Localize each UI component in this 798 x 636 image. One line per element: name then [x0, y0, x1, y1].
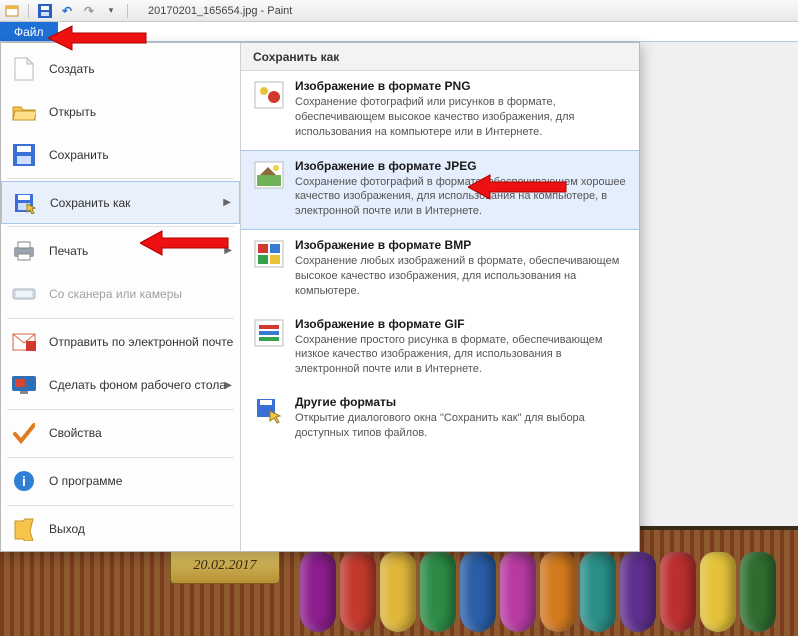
menu-label: Создать [49, 62, 95, 76]
menu-save-as[interactable]: Сохранить как ▶ [1, 181, 240, 224]
qat-dropdown-icon[interactable]: ▾ [103, 3, 119, 19]
menu-create[interactable]: Создать [1, 47, 240, 90]
menu-label: Отправить по электронной почте [49, 335, 233, 349]
printer-icon [11, 238, 37, 264]
menu-label: Открыть [49, 105, 96, 119]
menu-label: Сохранить как [50, 196, 130, 210]
scanner-icon [11, 281, 37, 307]
format-title: Изображение в формате PNG [295, 79, 627, 93]
new-file-icon [11, 56, 37, 82]
chevron-right-icon: ▶ [224, 380, 232, 391]
format-desc: Сохранение фотографий или рисунков в фор… [295, 95, 627, 140]
format-title: Изображение в формате GIF [295, 317, 627, 331]
menu-separator [7, 457, 234, 458]
menu-label: Свойства [49, 426, 102, 440]
menu-email[interactable]: Отправить по электронной почте [1, 321, 240, 364]
ribbon-tabs: Файл [0, 22, 798, 42]
menu-open[interactable]: Открыть [1, 90, 240, 133]
menu-separator [7, 409, 234, 410]
gif-icon [253, 317, 285, 349]
format-title: Изображение в формате BMP [295, 238, 627, 252]
jpeg-icon [253, 159, 285, 191]
save-as-submenu: Сохранить как Изображение в формате PNG … [241, 43, 639, 551]
menu-separator [7, 178, 234, 179]
save-as-icon [12, 190, 38, 216]
bmp-icon [253, 238, 285, 270]
format-title: Изображение в формате JPEG [295, 159, 627, 173]
menu-exit[interactable]: Выход [1, 508, 240, 551]
chevron-right-icon: ▶ [223, 197, 231, 208]
undo-icon[interactable]: ↶ [59, 3, 75, 19]
save-icon[interactable] [37, 3, 53, 19]
menu-about[interactable]: i О программе [1, 460, 240, 503]
email-icon [11, 329, 37, 355]
menu-label: Печать [49, 244, 88, 258]
desktop-icon [11, 372, 37, 398]
file-menu-list: Создать Открыть Сохранить Сохранить как … [1, 43, 241, 551]
menu-wallpaper[interactable]: Сделать фоном рабочего стола ▶ [1, 364, 240, 407]
format-bmp[interactable]: Изображение в формате BMP Сохранение люб… [241, 230, 639, 309]
titlebar: ↶ ↷ ▾ 20170201_165654.jpg - Paint [0, 0, 798, 22]
file-tab[interactable]: Файл [0, 22, 58, 41]
other-formats-icon [253, 395, 285, 427]
open-folder-icon [11, 99, 37, 125]
format-desc: Сохранение фотографий в формате, обеспеч… [295, 175, 627, 220]
info-icon: i [11, 468, 37, 494]
plaque-label: 20.02.2017 [170, 548, 280, 584]
menu-separator [7, 505, 234, 506]
format-desc: Сохранение любых изображений в формате, … [295, 254, 627, 299]
menu-save[interactable]: Сохранить [1, 133, 240, 176]
save-disk-icon [11, 142, 37, 168]
format-jpeg[interactable]: Изображение в формате JPEG Сохранение фо… [241, 150, 639, 231]
submenu-header: Сохранить как [241, 43, 639, 71]
format-desc: Сохранение простого рисунка в формате, о… [295, 333, 627, 378]
window-title: 20170201_165654.jpg - Paint [148, 5, 292, 17]
exit-icon [11, 516, 37, 542]
menu-label: О программе [49, 474, 122, 488]
menu-label: Выход [49, 522, 85, 536]
menu-label: Сделать фоном рабочего стола [49, 378, 226, 392]
menu-label: Сохранить [49, 148, 109, 162]
separator [127, 4, 128, 18]
checkmark-icon [11, 420, 37, 446]
svg-text:i: i [22, 473, 26, 489]
menu-separator [7, 226, 234, 227]
app-icon [4, 3, 20, 19]
menu-label: Со сканера или камеры [49, 287, 182, 301]
format-gif[interactable]: Изображение в формате GIF Сохранение про… [241, 309, 639, 388]
menu-properties[interactable]: Свойства [1, 412, 240, 455]
format-title: Другие форматы [295, 395, 627, 409]
png-icon [253, 79, 285, 111]
format-png[interactable]: Изображение в формате PNG Сохранение фот… [241, 71, 639, 150]
format-other[interactable]: Другие форматы Открытие диалогового окна… [241, 387, 639, 451]
separator [28, 4, 29, 18]
format-desc: Открытие диалогового окна "Сохранить как… [295, 411, 627, 441]
menu-print[interactable]: Печать ▶ [1, 229, 240, 272]
menu-scanner: Со сканера или камеры [1, 272, 240, 315]
chevron-right-icon: ▶ [224, 245, 232, 256]
redo-icon[interactable]: ↷ [81, 3, 97, 19]
menu-separator [7, 318, 234, 319]
file-menu: Создать Открыть Сохранить Сохранить как … [0, 42, 640, 552]
